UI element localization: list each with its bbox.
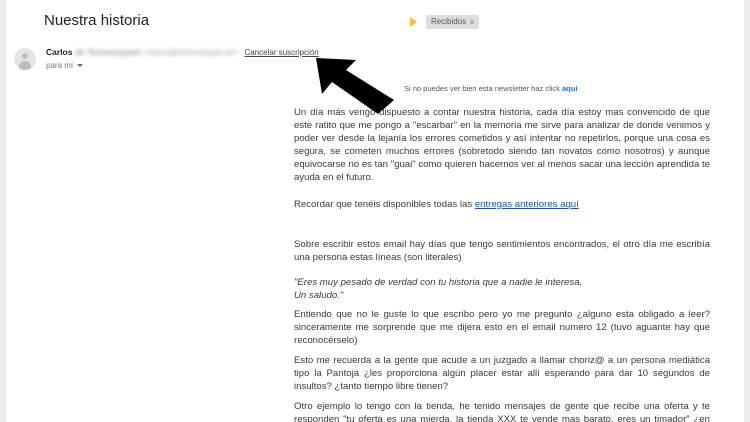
body-paragraph-4: Entiendo que no le guste lo que escribo … <box>294 309 710 346</box>
quote-line-2: Un saludo." <box>294 290 344 301</box>
body-paragraph-1: Un día más vengo dispuesto a contar nues… <box>294 107 710 183</box>
sender-email-redacted: <carlos@techmospain.es> <box>143 48 239 57</box>
newsletter-prompt: Si no puedes ver bien esta newsletter ha… <box>404 84 560 93</box>
body-paragraph-5: Esto me recuerda a la gente que acude a … <box>294 355 710 392</box>
email-body: Un día más vengo dispuesto a contar nues… <box>294 106 710 422</box>
label-chip-text: Recibidos <box>431 17 467 26</box>
label-remove-button[interactable]: x <box>470 17 474 26</box>
email-view: Nuestra historia Recibidos x Carlos de Te… <box>6 0 744 422</box>
newsletter-view-online: Si no puedes ver bien esta newsletter ha… <box>404 84 577 93</box>
recipient-details-toggle[interactable]: para mí <box>46 61 84 70</box>
body-paragraph-2-text: Recordar que tenéis disponibles todas la… <box>294 199 475 210</box>
body-paragraph-2: Recordar que tenéis disponibles todas la… <box>294 198 710 211</box>
quote-line-1: "Eres muy pesado de verdad con tu histor… <box>294 277 583 288</box>
importance-marker-icon[interactable] <box>410 17 417 27</box>
recipient-label: para mí <box>46 61 74 70</box>
body-paragraph-6: Otro ejemplo lo tengo con la tienda, he … <box>294 401 710 422</box>
previous-issues-link[interactable]: entregas anteriores aquí <box>475 199 579 210</box>
default-user-avatar-icon <box>14 48 36 70</box>
sender-name: Carlos <box>46 47 73 57</box>
sender-line: Carlos de Techmospain <carlos@techmospai… <box>46 47 319 57</box>
email-subject: Nuestra historia <box>44 12 150 29</box>
body-paragraph-3: Sobre escribir estos email hay días que … <box>294 239 710 263</box>
label-chip-recibidos[interactable]: Recibidos x <box>426 15 480 29</box>
chevron-down-icon <box>77 64 84 67</box>
newsletter-here-link[interactable]: aquí <box>562 84 577 93</box>
sender-name-redacted: de Techmospain <box>74 47 142 57</box>
